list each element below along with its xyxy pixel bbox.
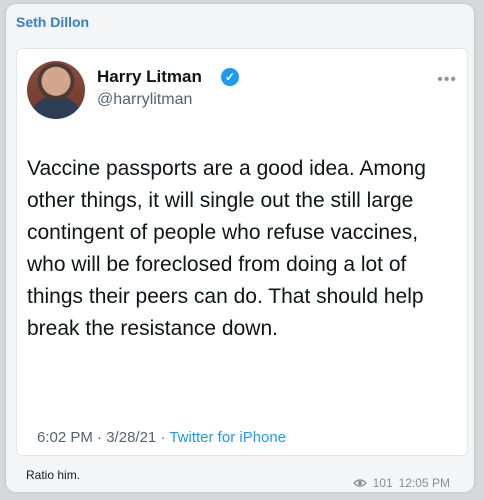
message-footer: 101 12:05 PM (352, 476, 450, 490)
message-time: 12:05 PM (398, 476, 450, 490)
tweet-time: 6:02 PM (37, 429, 93, 446)
more-icon[interactable]: ••• (437, 71, 457, 89)
meta-separator: · (160, 429, 166, 446)
sender-name[interactable]: Seth Dillon (16, 14, 89, 30)
verified-icon: ✓ (221, 68, 239, 86)
tweet-source-link[interactable]: Twitter for iPhone (169, 429, 286, 446)
author-handle[interactable]: @harrylitman (97, 91, 192, 109)
meta-separator: · (97, 429, 103, 446)
tweet-text: Vaccine passports are a good idea. Among… (27, 157, 426, 340)
author-name[interactable]: Harry Litman (97, 67, 202, 87)
message-bubble: Seth Dillon Harry Litman ✓ @harrylitman … (6, 4, 474, 492)
view-count: 101 (372, 476, 393, 490)
author-avatar[interactable] (27, 61, 85, 119)
tweet-date[interactable]: 3/28/21 (106, 429, 156, 446)
message-caption: Ratio him. (26, 468, 81, 482)
eye-icon (352, 479, 367, 487)
embedded-tweet[interactable]: Harry Litman ✓ @harrylitman ••• Vaccine … (16, 48, 468, 456)
tweet-meta: 6:02 PM · 3/28/21 · Twitter for iPhone (37, 429, 286, 446)
